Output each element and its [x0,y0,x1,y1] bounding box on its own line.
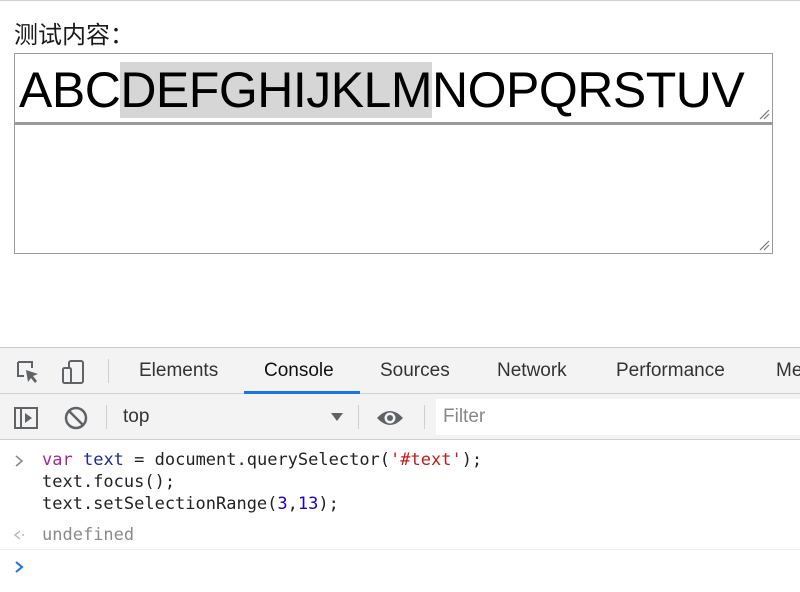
tab-sources[interactable]: Sources [380,348,450,394]
console-divider [0,549,800,550]
test-content-label: 测试内容： [14,21,134,49]
prompt-chevron-icon [15,561,24,573]
toolbar-divider [106,405,107,429]
inspect-element-icon[interactable] [14,358,42,386]
console-prompt[interactable] [0,553,800,585]
device-toolbar-icon[interactable] [60,358,88,386]
text-textarea[interactable]: ABCDEFGHIJKLMNOPQRSTUV [14,53,773,124]
console-toolbar: top [0,394,800,440]
chevron-down-icon[interactable] [330,412,344,422]
console-filter-input[interactable] [436,399,800,435]
code-line-1: var text = document.querySelector('#text… [42,450,483,470]
code-line-3: text.setSelectionRange(3,13); [42,494,339,514]
devtools-tabbar: Elements Console Sources Network Perform… [0,348,800,394]
devtools-panel: Elements Console Sources Network Perform… [0,347,800,592]
show-sidebar-icon[interactable] [12,404,40,432]
code-line-2: text.focus(); [42,472,176,492]
console-output: var text = document.querySelector('#text… [0,441,800,592]
live-expression-eye-icon[interactable] [376,404,404,432]
result-arrow-icon [14,530,24,540]
chevron-right-icon [15,455,24,467]
console-input-entry: var text = document.querySelector('#text… [0,449,800,529]
context-selector[interactable]: top [123,394,149,440]
text-after-selection: NOPQRSTUV [432,62,745,118]
second-textarea[interactable] [14,124,773,254]
console-result: undefined [42,525,135,545]
toolbar-divider [358,405,359,429]
text-before-selection: ABC [19,62,121,118]
clear-console-icon[interactable] [62,404,90,432]
tab-performance[interactable]: Performance [616,348,725,394]
toolbar-divider [108,359,109,383]
resize-grip-icon[interactable] [758,239,770,251]
tab-memory-truncated[interactable]: Me [776,348,800,394]
selected-text: DEFGHIJKLM [120,62,433,118]
page-top-border [0,0,800,1]
tab-network[interactable]: Network [497,348,567,394]
tab-elements[interactable]: Elements [139,348,218,394]
textarea-value[interactable]: ABCDEFGHIJKLMNOPQRSTUV [19,62,745,118]
toolbar-divider [424,405,425,429]
resize-grip-icon[interactable] [758,108,770,120]
tab-console[interactable]: Console [264,348,334,394]
console-result-entry: undefined [0,521,800,551]
